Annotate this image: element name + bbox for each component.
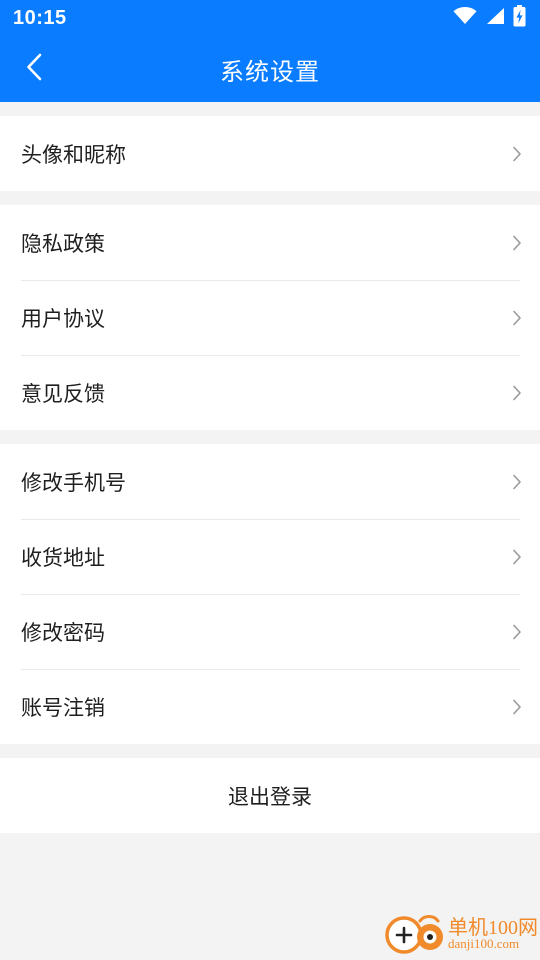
settings-item-label: 头像和昵称 [21, 142, 126, 167]
app-header: 10:15 系统设置 [0, 0, 540, 102]
settings-item-label: 隐私政策 [21, 231, 105, 256]
back-button[interactable] [14, 49, 54, 89]
watermark-url: danji100.com [448, 936, 520, 951]
settings-item-label: 收货地址 [21, 545, 105, 570]
site-watermark: 单机100网 danji100.com [384, 910, 538, 960]
settings-item-privacy-policy[interactable]: 隐私政策 [0, 205, 540, 280]
settings-item-avatar-nickname[interactable]: 头像和昵称 [0, 116, 540, 191]
settings-item-change-password[interactable]: 修改密码 [0, 594, 540, 669]
page-title: 系统设置 [220, 57, 320, 86]
settings-item-change-phone[interactable]: 修改手机号 [0, 444, 540, 519]
battery-charging-icon [513, 5, 526, 31]
settings-group-info: 隐私政策 用户协议 意见反馈 [0, 205, 540, 430]
settings-item-label: 账号注销 [21, 695, 105, 720]
back-arrow-icon [25, 53, 43, 85]
chevron-right-icon [512, 310, 522, 326]
logout-label: 退出登录 [228, 784, 312, 809]
nav-bar: 系统设置 [0, 36, 540, 102]
status-bar: 10:15 [0, 0, 540, 36]
settings-item-feedback[interactable]: 意见反馈 [0, 355, 540, 430]
status-time: 10:15 [13, 6, 67, 29]
settings-item-user-agreement[interactable]: 用户协议 [0, 280, 540, 355]
signal-icon [485, 7, 505, 29]
settings-item-label: 修改手机号 [21, 470, 126, 495]
status-icons [453, 5, 526, 31]
chevron-right-icon [512, 385, 522, 401]
settings-group-account: 修改手机号 收货地址 修改密码 账号注销 [0, 444, 540, 744]
chevron-right-icon [512, 624, 522, 640]
settings-item-label: 修改密码 [21, 620, 105, 645]
chevron-right-icon [512, 235, 522, 251]
settings-item-delete-account[interactable]: 账号注销 [0, 669, 540, 744]
settings-item-shipping-address[interactable]: 收货地址 [0, 519, 540, 594]
chevron-right-icon [512, 549, 522, 565]
chevron-right-icon [512, 699, 522, 715]
settings-item-label: 用户协议 [21, 306, 105, 331]
wifi-icon [453, 7, 477, 29]
chevron-right-icon [512, 146, 522, 162]
logout-button[interactable]: 退出登录 [0, 758, 540, 833]
watermark-logo-icon [384, 912, 446, 960]
chevron-right-icon [512, 474, 522, 490]
settings-group-profile: 头像和昵称 [0, 116, 540, 191]
settings-item-label: 意见反馈 [21, 381, 105, 406]
